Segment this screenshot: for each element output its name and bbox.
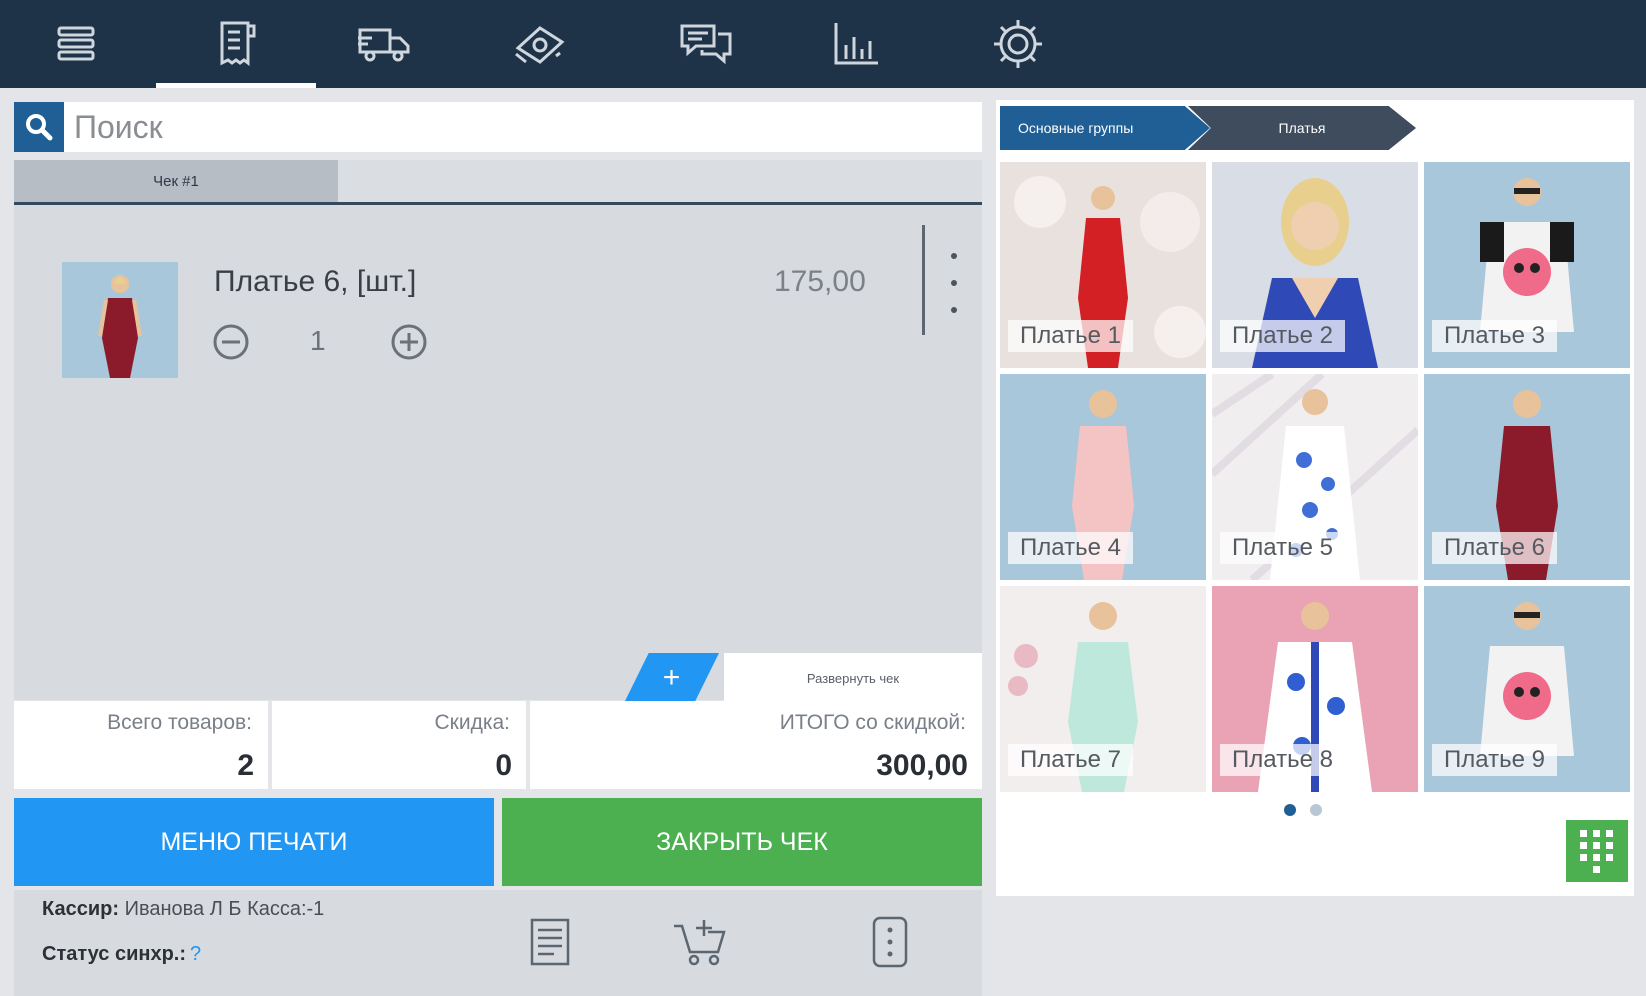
- total-items-value: 2: [237, 749, 254, 782]
- keypad-button[interactable]: [1566, 820, 1628, 882]
- money-icon: [515, 26, 565, 64]
- expand-receipt-control: + Развернуть чек: [624, 653, 982, 703]
- receipt-list-button[interactable]: [520, 912, 580, 972]
- product-tile[interactable]: Платье 6: [1424, 374, 1630, 580]
- sync-status: Статус синхр.:?: [42, 943, 201, 966]
- chat-icon: [680, 24, 732, 65]
- cart-add-icon: [674, 920, 726, 966]
- discount-cell: Скидка: 0: [272, 701, 526, 789]
- product-label: Платье 6: [1432, 532, 1557, 564]
- page-dot-2[interactable]: [1310, 804, 1322, 816]
- print-menu-button[interactable]: МЕНЮ ПЕЧАТИ: [14, 798, 494, 886]
- close-receipt-button[interactable]: ЗАКРЫТЬ ЧЕК: [502, 798, 982, 886]
- total-items-label: Всего товаров:: [107, 711, 252, 734]
- cashier-info: Кассир: Иванова Л Б Касса:-1: [42, 898, 324, 921]
- nav-messages-tab[interactable]: [626, 0, 786, 88]
- product-label: Платье 2: [1220, 320, 1345, 352]
- total-items-cell: Всего товаров: 2: [14, 701, 268, 789]
- product-tile[interactable]: Платье 3: [1424, 162, 1630, 368]
- search-button[interactable]: [14, 102, 64, 152]
- product-grid: Платье 1 Платье 2 Платье 3 Платье 4 Плат…: [1000, 162, 1632, 792]
- item-more-button[interactable]: [944, 253, 964, 313]
- cashier-key: Кассир:: [42, 898, 119, 920]
- product-label: Платье 3: [1432, 320, 1557, 352]
- discount-value: 0: [495, 749, 512, 782]
- status-footer: Кассир: Иванова Л Б Касса:-1 Статус синх…: [14, 890, 982, 996]
- product-label: Платье 1: [1008, 320, 1133, 352]
- nav-menu-button[interactable]: [0, 0, 156, 88]
- nav-reports-tab[interactable]: [776, 0, 936, 88]
- pagination-dots: [1284, 804, 1324, 818]
- quantity-value: 1: [310, 325, 326, 356]
- more-vertical-icon: [951, 253, 957, 259]
- sync-status-help-link[interactable]: ?: [190, 943, 201, 965]
- totals-row: Всего товаров: 2 Скидка: 0 ИТОГО со скид…: [14, 701, 982, 789]
- grand-total-cell: ИТОГО со скидкой: 300,00: [530, 701, 982, 789]
- settings-gear-icon: [994, 20, 1042, 68]
- discount-label: Скидка:: [434, 711, 511, 734]
- product-tile[interactable]: Платье 8: [1212, 586, 1418, 792]
- page-dot-1[interactable]: [1284, 804, 1296, 816]
- tab-receipt-1[interactable]: Чек #1: [14, 160, 338, 202]
- quantity-decrease-button[interactable]: [212, 323, 250, 361]
- expand-receipt-button[interactable]: Развернуть чек: [724, 653, 982, 703]
- menu-icon: [57, 26, 95, 61]
- item-thumbnail: [62, 262, 178, 378]
- item-name[interactable]: Платье 6, [шт.]: [214, 265, 416, 299]
- cashier-value: Иванова Л Б Касса:-1: [124, 898, 325, 920]
- catalog-panel: Основные группы Платья Платье 1 Платье 2…: [996, 100, 1634, 896]
- nav-receipt-tab[interactable]: [156, 0, 316, 88]
- receipt-tabs: Чек #1: [14, 160, 982, 205]
- search-bar: [14, 102, 982, 152]
- footer-more-button[interactable]: [860, 912, 920, 972]
- nav-delivery-tab[interactable]: [304, 0, 464, 88]
- top-navigation-bar: [0, 0, 1646, 88]
- nav-cash-tab[interactable]: [460, 0, 620, 88]
- product-tile[interactable]: Платье 4: [1000, 374, 1206, 580]
- breadcrumb-dresses[interactable]: Платья: [1188, 106, 1416, 150]
- search-input[interactable]: [74, 102, 964, 152]
- sync-key: Статус синхр.:: [42, 943, 187, 965]
- plus-circle-icon: [391, 324, 427, 360]
- more-vertical-icon: [872, 916, 908, 968]
- grand-total-label: ИТОГО со скидкой:: [779, 711, 966, 734]
- breadcrumb: Основные группы Платья: [1000, 106, 1420, 150]
- grand-total-value: 300,00: [876, 749, 968, 782]
- quantity-increase-button[interactable]: [390, 323, 428, 361]
- product-tile[interactable]: Платье 5: [1212, 374, 1418, 580]
- divider: [922, 225, 925, 335]
- product-label: Платье 7: [1008, 744, 1133, 776]
- order-items-area: Платье 6, [шт.] 175,00 1 + Развернуть че…: [14, 205, 982, 703]
- keypad-icon: [1580, 830, 1613, 873]
- product-tile[interactable]: Платье 7: [1000, 586, 1206, 792]
- search-icon: [26, 114, 53, 141]
- minus-circle-icon: [213, 324, 249, 360]
- product-label: Платье 4: [1008, 532, 1133, 564]
- product-label: Платье 5: [1220, 532, 1345, 564]
- add-to-cart-button[interactable]: [670, 912, 730, 972]
- breadcrumb-main-groups[interactable]: Основные группы: [1000, 106, 1210, 150]
- product-tile[interactable]: Платье 9: [1424, 586, 1630, 792]
- receipt-icon: [220, 21, 256, 66]
- product-tile[interactable]: Платье 2: [1212, 162, 1418, 368]
- product-label: Платье 9: [1432, 744, 1557, 776]
- product-label: Платье 8: [1220, 744, 1345, 776]
- product-tile[interactable]: Платье 1: [1000, 162, 1206, 368]
- receipt-list-icon: [530, 918, 570, 966]
- add-item-button[interactable]: +: [624, 653, 719, 703]
- item-price: 175,00: [774, 265, 866, 298]
- delivery-truck-icon: [358, 28, 410, 62]
- bar-chart-icon: [834, 23, 878, 65]
- receipt-panel: Чек #1 Платье 6, [шт.] 175,00 1 + Развер…: [14, 100, 982, 996]
- nav-settings-tab[interactable]: [938, 0, 1098, 88]
